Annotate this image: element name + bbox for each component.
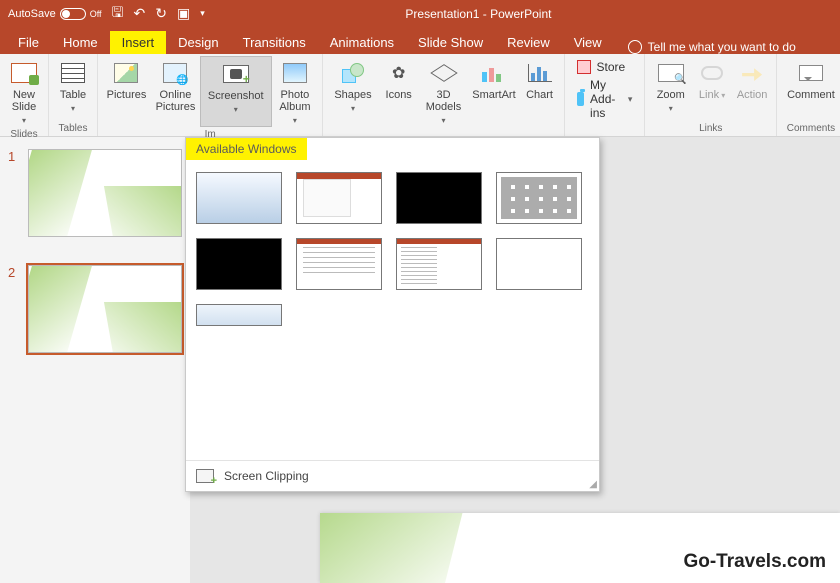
tab-slideshow[interactable]: Slide Show (406, 31, 495, 54)
action-button[interactable]: Action (732, 56, 772, 121)
store-button[interactable]: Store (577, 60, 633, 74)
slide-number: 1 (8, 149, 20, 237)
store-icon (577, 60, 591, 74)
thumbnail-row: 2 (8, 265, 182, 353)
title-bar: AutoSave Off 🖫 ↶ ↻ ▣ ▾ Presentation1 - P… (0, 0, 840, 27)
window-thumbnail-3[interactable] (396, 172, 482, 224)
group-tables-label: Tables (53, 121, 93, 136)
shapes-icon (342, 63, 364, 83)
pictures-icon (114, 63, 138, 83)
window-thumbnail-7[interactable] (396, 238, 482, 290)
shapes-button[interactable]: Shapes (327, 56, 378, 132)
slide-thumbnails-pane[interactable]: 1 2 (0, 137, 190, 583)
pictures-button[interactable]: Pictures (102, 56, 151, 127)
zoom-icon (658, 64, 684, 82)
link-icon (701, 66, 723, 80)
new-slide-icon (11, 63, 37, 83)
table-icon (61, 63, 85, 83)
qat-more-icon[interactable]: ▾ (200, 8, 205, 19)
chart-button[interactable]: Chart (520, 56, 560, 132)
tab-file[interactable]: File (6, 31, 51, 54)
my-addins-button[interactable]: My Add-ins ▾ (577, 78, 633, 120)
autosave-toggle[interactable]: AutoSave Off (8, 8, 102, 20)
group-links-label: Links (649, 121, 772, 136)
comment-icon (799, 65, 823, 81)
screenshot-dropdown: Available Windows Screen Clipping ◢ (185, 137, 600, 492)
thumbnail-row: 1 (8, 149, 182, 237)
start-slideshow-icon[interactable]: ▣ (177, 5, 190, 22)
screenshot-icon (223, 65, 249, 83)
window-thumbnail-6[interactable] (296, 238, 382, 290)
window-thumbnail-1[interactable] (196, 172, 282, 224)
autosave-switch-icon (60, 8, 86, 20)
cube-icon (433, 63, 455, 83)
watermark: Go-Travels.com (683, 551, 826, 573)
autosave-label: AutoSave (8, 8, 56, 20)
screenshot-button[interactable]: Screenshot (200, 56, 272, 127)
available-windows-header: Available Windows (186, 138, 307, 160)
group-comments-label: Comments (781, 121, 840, 136)
window-thumbnail-9[interactable] (196, 304, 282, 326)
lightbulb-icon (628, 40, 642, 54)
window-thumbnail-8[interactable] (496, 238, 582, 290)
window-title: Presentation1 - PowerPoint (405, 7, 551, 21)
icons-icon: ✿ (388, 63, 410, 83)
autosave-state: Off (90, 9, 102, 19)
photo-album-button[interactable]: Photo Album (272, 56, 319, 127)
group-addins-label (569, 124, 641, 128)
smartart-icon (482, 64, 506, 82)
tab-transitions[interactable]: Transitions (231, 31, 318, 54)
zoom-button[interactable]: Zoom (649, 56, 692, 121)
tell-me-search[interactable]: Tell me what you want to do (628, 40, 796, 54)
undo-icon[interactable]: ↶ (133, 5, 145, 22)
link-button[interactable]: Link (692, 56, 732, 121)
ribbon: New Slide Slides Table Tables Pictures O… (0, 54, 840, 137)
slide-number: 2 (8, 265, 20, 353)
window-thumbnail-4[interactable] (496, 172, 582, 224)
group-illustrations-label (327, 132, 559, 136)
photo-album-icon (283, 63, 307, 83)
tab-design[interactable]: Design (166, 31, 230, 54)
ribbon-tabs: File Home Insert Design Transitions Anim… (0, 27, 840, 54)
tab-review[interactable]: Review (495, 31, 562, 54)
redo-icon[interactable]: ↻ (155, 5, 167, 22)
icons-button[interactable]: ✿ Icons (379, 56, 419, 132)
comment-button[interactable]: Comment (781, 56, 840, 121)
screen-clipping-button[interactable]: Screen Clipping (186, 460, 599, 491)
smartart-button[interactable]: SmartArt (468, 56, 519, 132)
3d-models-button[interactable]: 3D Models (419, 56, 469, 132)
tab-home[interactable]: Home (51, 31, 110, 54)
online-pictures-icon (163, 63, 187, 83)
screen-clipping-icon (196, 469, 214, 483)
tab-animations[interactable]: Animations (318, 31, 406, 54)
addins-icon (577, 92, 585, 106)
tab-view[interactable]: View (562, 31, 614, 54)
tell-me-placeholder: Tell me what you want to do (648, 40, 796, 54)
action-icon (742, 65, 762, 81)
save-icon[interactable]: 🖫 (112, 2, 124, 26)
slide-thumbnail-2[interactable] (28, 265, 182, 353)
chart-icon (528, 64, 552, 82)
online-pictures-button[interactable]: Online Pictures (151, 56, 200, 127)
chevron-down-icon: ▾ (628, 94, 633, 105)
new-slide-button[interactable]: New Slide (4, 56, 44, 127)
available-windows-grid (186, 160, 599, 460)
table-button[interactable]: Table (53, 56, 93, 121)
window-thumbnail-5[interactable] (196, 238, 282, 290)
screen-clipping-label: Screen Clipping (224, 469, 309, 483)
window-thumbnail-2[interactable] (296, 172, 382, 224)
resize-grip-icon[interactable]: ◢ (589, 479, 597, 490)
tab-insert[interactable]: Insert (110, 31, 167, 54)
slide-thumbnail-1[interactable] (28, 149, 182, 237)
